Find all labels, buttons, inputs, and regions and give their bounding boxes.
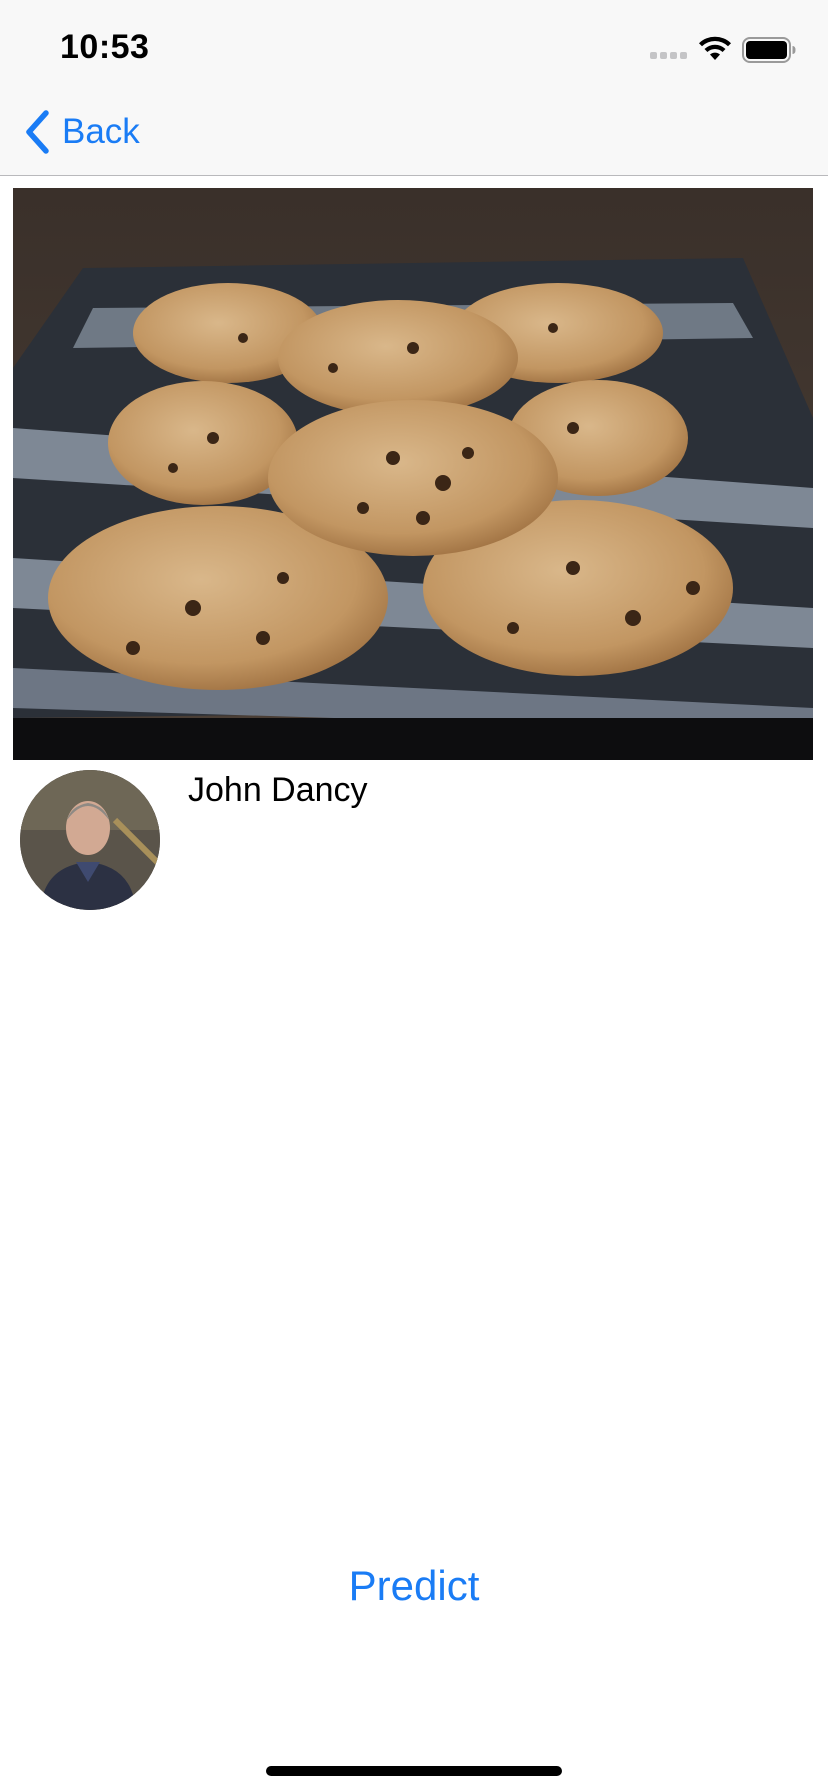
screen: 10:53 Back John Dancy Predict xyxy=(0,0,828,1792)
home-indicator[interactable] xyxy=(266,1766,562,1776)
avatar[interactable] xyxy=(20,770,160,910)
cellular-signal-icon xyxy=(650,52,687,59)
navigation-bar: 10:53 Back xyxy=(0,0,828,176)
chevron-left-icon xyxy=(26,110,49,154)
predict-button[interactable]: Predict xyxy=(314,1558,514,1614)
cookie-photo xyxy=(13,188,813,760)
battery-icon xyxy=(742,37,796,63)
wifi-icon xyxy=(699,36,731,60)
back-label: Back xyxy=(62,112,140,151)
status-time: 10:53 xyxy=(60,28,150,66)
back-button[interactable]: Back xyxy=(24,108,140,156)
author-name: John Dancy xyxy=(188,771,368,809)
